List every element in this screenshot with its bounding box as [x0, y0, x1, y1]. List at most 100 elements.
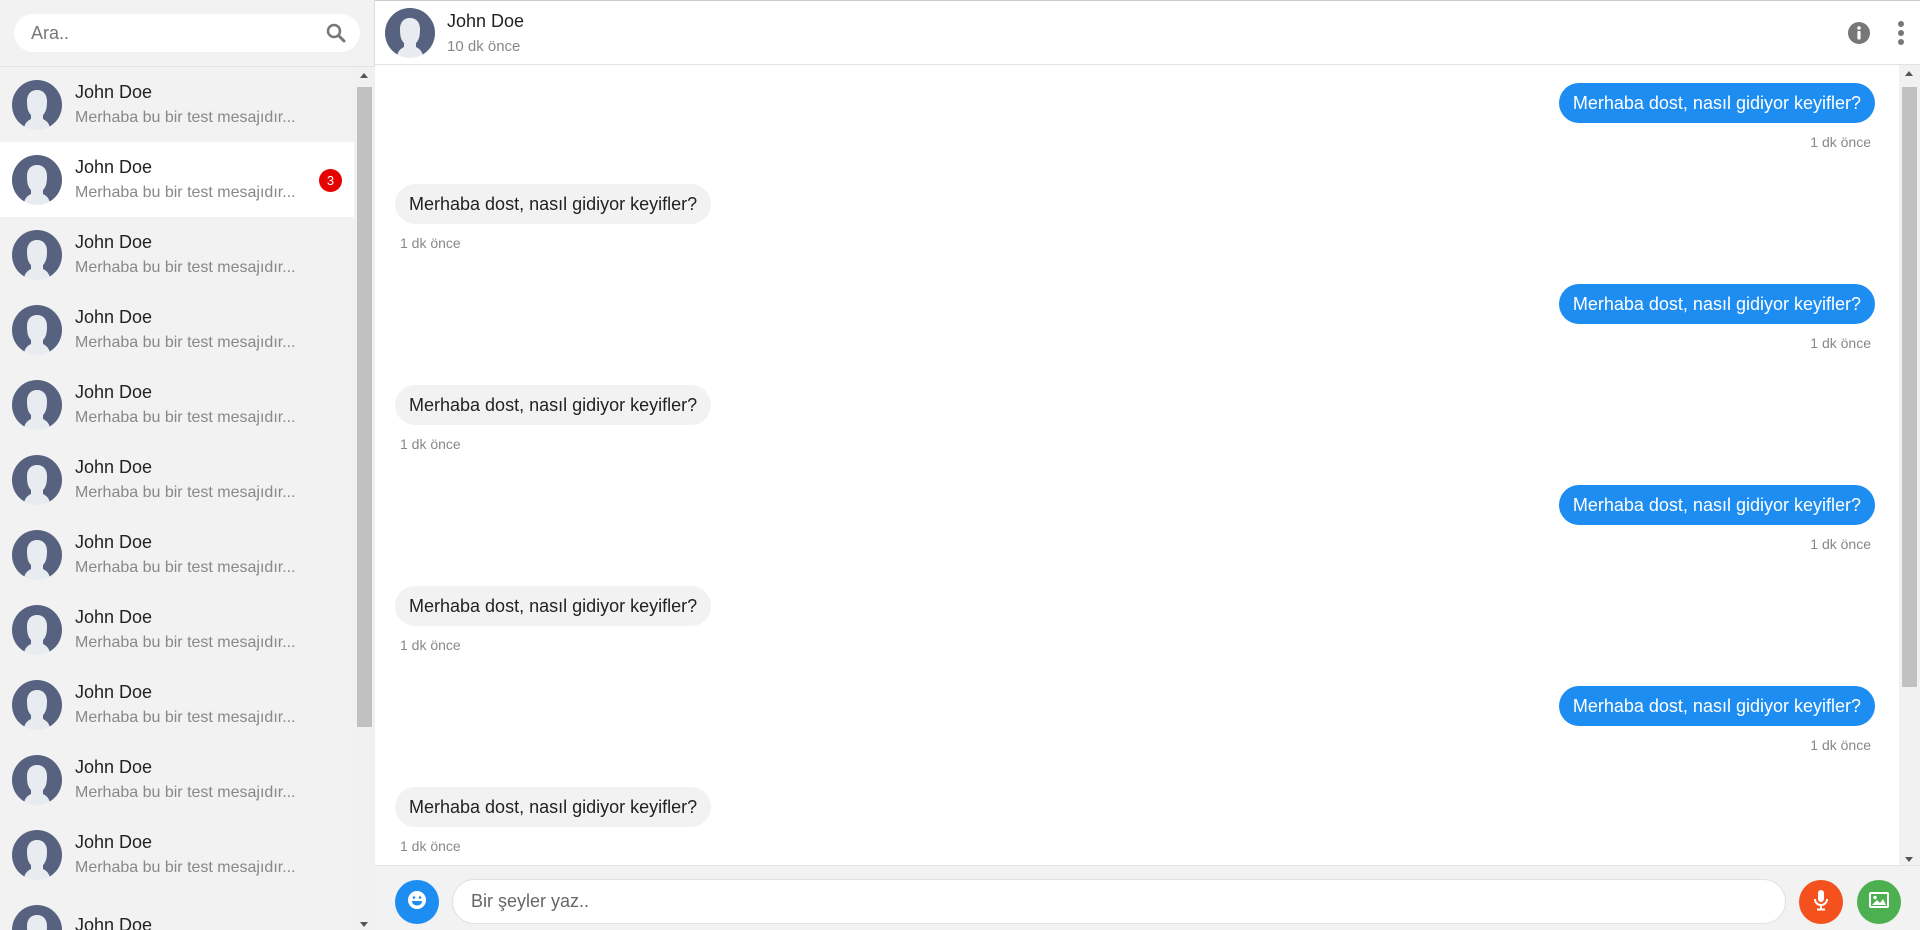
contact-text: John Doe Merhaba bu bir test mesajıdır... — [75, 533, 296, 576]
contact-name: John Doe — [75, 915, 153, 930]
sidebar: John Doe Merhaba bu bir test mesajıdır...… — [0, 0, 375, 930]
message-input[interactable] — [452, 879, 1786, 924]
message-bubble[interactable]: Merhaba dost, nasıl gidiyor keyifler? — [395, 183, 712, 224]
incoming-message: Merhaba dost, nasıl gidiyor keyifler? 1 d… — [395, 183, 712, 251]
message-time: 1 dk önce — [400, 234, 461, 251]
contact-preview: Merhaba bu bir test mesajıdır... — [75, 634, 296, 651]
avatar — [12, 304, 62, 355]
avatar — [12, 604, 62, 655]
sidebar-scrollbar-thumb[interactable] — [357, 87, 372, 727]
contact-text: John Doe Merhaba bu bir test mesajıdır... — [75, 683, 296, 726]
contact-preview: Merhaba bu bir test mesajıdır... — [75, 709, 296, 726]
message-bubble[interactable]: Merhaba dost, nasıl gidiyor keyifler? — [395, 384, 712, 425]
contact-item[interactable]: John Doe Merhaba bu bir test mesajıdır... — [0, 592, 354, 667]
message-time: 1 dk önce — [400, 435, 461, 452]
search-icon[interactable] — [326, 23, 346, 43]
contact-name: John Doe — [75, 757, 153, 777]
avatar — [12, 454, 62, 505]
contact-text: John Doe Merhaba bu bir test mesajıdır... — [75, 83, 296, 126]
message-time: 1 dk önce — [1810, 335, 1871, 351]
microphone-button[interactable] — [1799, 880, 1843, 924]
message-bubble[interactable]: Merhaba dost, nasıl gidiyor keyifler? — [395, 786, 712, 827]
contact-preview: Merhaba bu bir test mesajıdır... — [75, 859, 296, 876]
contact-preview: Merhaba bu bir test mesajıdır... — [75, 784, 296, 801]
incoming-message: Merhaba dost, nasıl gidiyor keyifler? 1 d… — [395, 585, 712, 653]
message-time: 1 dk önce — [1810, 536, 1871, 552]
avatar — [12, 754, 62, 805]
contact-item[interactable]: John Doe Merhaba bu bir test mesajıdır... — [0, 742, 354, 817]
chat-contact-name: John Doe — [447, 10, 525, 31]
chat-panel: John Doe 10 dk önce Merhaba dost, nasıl … — [375, 0, 1920, 930]
contact-name: John Doe — [75, 682, 153, 702]
chat-header: John Doe 10 dk önce — [375, 0, 1920, 65]
incoming-message: Merhaba dost, nasıl gidiyor keyifler? 1 d… — [395, 384, 712, 452]
contact-item[interactable]: John Doe Merhaba bu bir test mesajıdır... — [0, 817, 354, 892]
message-time: 1 dk önce — [400, 636, 461, 653]
contact-item[interactable]: John Doe Merhaba bu bir test mesajıdır... — [0, 442, 354, 517]
message-time: 1 dk önce — [400, 837, 461, 854]
contact-text: John Doe Merhaba bu bir test mesajıdır... — [75, 158, 296, 201]
contact-item[interactable]: John Doe Merhaba bu bir test mesajıdır... — [0, 217, 354, 292]
contact-item[interactable]: John Doe Merhaba bu bir test mesajıdır...… — [0, 142, 354, 217]
message-bubble[interactable]: Merhaba dost, nasıl gidiyor keyifler? — [1558, 284, 1875, 324]
search-area — [0, 0, 374, 67]
avatar — [12, 829, 62, 880]
avatar — [12, 529, 62, 580]
emoji-button[interactable] — [395, 880, 439, 924]
chat-scrollbar[interactable] — [1899, 65, 1920, 865]
incoming-message: Merhaba dost, nasıl gidiyor keyifler? 1 d… — [395, 786, 712, 854]
message-bubble[interactable]: Merhaba dost, nasıl gidiyor keyifler? — [395, 585, 712, 626]
chat-scrollbar-thumb[interactable] — [1902, 87, 1917, 687]
message-bubble[interactable]: Merhaba dost, nasıl gidiyor keyifler? — [1558, 686, 1875, 726]
contact-preview: Merhaba bu bir test mesajıdır... — [75, 409, 296, 426]
contact-name: John Doe — [75, 232, 153, 252]
message-bubble[interactable]: Merhaba dost, nasıl gidiyor keyifler? — [1558, 485, 1875, 525]
sidebar-scrollbar[interactable] — [354, 67, 375, 930]
contact-preview: Merhaba bu bir test mesajıdır... — [75, 484, 296, 501]
contact-name: John Doe — [75, 157, 153, 177]
search-box — [14, 14, 360, 52]
contact-item[interactable]: John Doe Merhaba bu bir test mesajıdır... — [0, 517, 354, 592]
more-vertical-icon[interactable] — [1896, 21, 1906, 45]
scroll-down-arrow-icon[interactable] — [1905, 857, 1913, 862]
contact-item[interactable]: John Doe — [0, 892, 354, 930]
scroll-up-arrow-icon[interactable] — [1905, 71, 1913, 76]
contact-item[interactable]: John Doe Merhaba bu bir test mesajıdır... — [0, 67, 354, 142]
outgoing-message: Merhaba dost, nasıl gidiyor keyifler? 1 d… — [1558, 83, 1875, 150]
outgoing-message: Merhaba dost, nasıl gidiyor keyifler? 1 d… — [1558, 485, 1875, 552]
contact-name: John Doe — [75, 532, 153, 552]
avatar — [12, 904, 62, 930]
image-upload-button[interactable] — [1857, 880, 1901, 924]
scroll-down-arrow-icon[interactable] — [360, 922, 368, 927]
contact-list: John Doe Merhaba bu bir test mesajıdır...… — [0, 67, 354, 930]
scroll-up-arrow-icon[interactable] — [360, 73, 368, 78]
info-icon[interactable] — [1848, 22, 1870, 44]
message-time: 1 dk önce — [1810, 737, 1871, 753]
header-text: John Doe 10 dk önce — [447, 11, 524, 55]
contact-item[interactable]: John Doe Merhaba bu bir test mesajıdır... — [0, 292, 354, 367]
contact-text: John Doe — [75, 916, 152, 930]
contact-text: John Doe Merhaba bu bir test mesajıdır... — [75, 233, 296, 276]
emoji-icon — [407, 890, 427, 915]
contact-preview: Merhaba bu bir test mesajıdır... — [75, 109, 296, 126]
contact-name: John Doe — [75, 832, 153, 852]
avatar — [12, 154, 62, 205]
contact-item[interactable]: John Doe Merhaba bu bir test mesajıdır... — [0, 667, 354, 742]
contact-item[interactable]: John Doe Merhaba bu bir test mesajıdır... — [0, 367, 354, 442]
avatar — [12, 379, 62, 430]
message-list: Merhaba dost, nasıl gidiyor keyifler? 1 d… — [375, 65, 1899, 865]
outgoing-message: Merhaba dost, nasıl gidiyor keyifler? 1 d… — [1558, 686, 1875, 753]
image-icon — [1869, 891, 1889, 913]
composer-bar — [375, 865, 1920, 930]
unread-badge: 3 — [319, 169, 342, 192]
contact-name: John Doe — [75, 457, 153, 477]
contact-name: John Doe — [75, 82, 153, 102]
message-bubble[interactable]: Merhaba dost, nasıl gidiyor keyifler? — [1558, 83, 1875, 123]
contact-preview: Merhaba bu bir test mesajıdır... — [75, 259, 296, 276]
search-input[interactable] — [14, 14, 360, 52]
contact-text: John Doe Merhaba bu bir test mesajıdır... — [75, 383, 296, 426]
avatar[interactable] — [385, 7, 435, 58]
contact-name: John Doe — [75, 607, 153, 627]
contact-text: John Doe Merhaba bu bir test mesajıdır... — [75, 833, 296, 876]
contact-text: John Doe Merhaba bu bir test mesajıdır... — [75, 458, 296, 501]
